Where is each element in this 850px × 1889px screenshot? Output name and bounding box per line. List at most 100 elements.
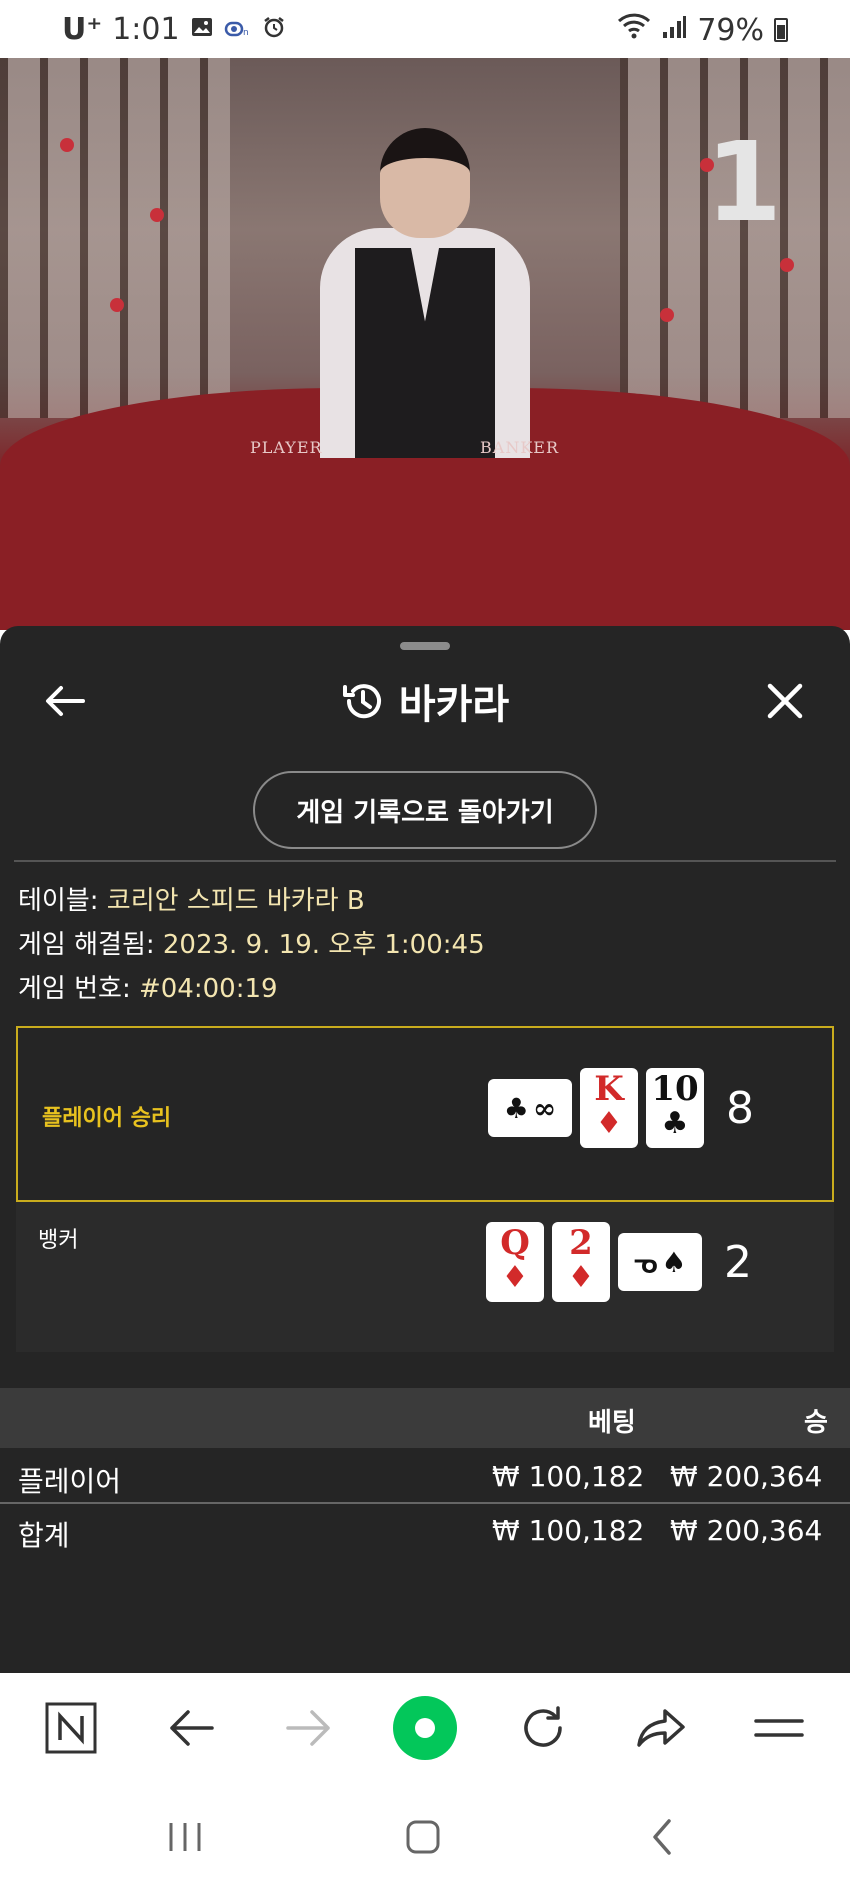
refresh-icon [524, 1706, 562, 1747]
share-icon [637, 1709, 685, 1747]
bet-row-win: ₩ 200,364 [670, 1460, 823, 1493]
panel-title: 바카라 [398, 682, 510, 728]
battery-percent: 79% [697, 12, 764, 48]
recents-icon [169, 1823, 201, 1851]
bet-row-name: 플레이어 [18, 1465, 122, 1498]
arrow-left-icon [170, 1710, 214, 1746]
bets-header: 베팅 승 [0, 1388, 850, 1448]
win-column-header: 승 [804, 1408, 828, 1438]
live-video[interactable]: PLAYER BANKER 1 [0, 58, 850, 630]
history-panel: 바카라 게임 기록으로 돌아가기 테이블: 코리안 스피드 바카라 B 게임 해… [0, 626, 850, 1673]
bet-total-row: 합계 ₩ 100,182 ₩ 200,364 [0, 1506, 850, 1558]
card-suit: ♦ [567, 1260, 595, 1295]
share-button[interactable] [626, 1693, 696, 1763]
close-button[interactable] [760, 676, 810, 726]
home-icon [406, 1820, 440, 1854]
menu-button[interactable] [744, 1693, 814, 1763]
bet-total-amount: ₩ 100,182 [492, 1514, 645, 1547]
resolved-info-value: 2023. 9. 19. 오후 1:00:45 [162, 930, 485, 960]
game-number-label: 게임 번호: [18, 974, 131, 1004]
green-dot-icon [393, 1696, 457, 1760]
naver-green-button[interactable] [390, 1693, 460, 1763]
back-to-history-button[interactable]: 게임 기록으로 돌아가기 [253, 771, 597, 849]
player-score: 8 [726, 1082, 754, 1134]
status-right: 79% [617, 12, 788, 48]
player-cards: ♣ ∞ K ♦ 10 ♣ 8 [488, 1068, 754, 1148]
player-result: 플레이어 승리 ♣ ∞ K ♦ 10 ♣ 8 [16, 1026, 834, 1202]
battery-icon [774, 18, 788, 42]
history-icon [342, 684, 381, 719]
system-back-button[interactable] [632, 1809, 692, 1865]
round-indicator: 1 [705, 118, 782, 246]
recents-button[interactable] [155, 1809, 215, 1865]
signal-icon [661, 13, 687, 48]
alarm-icon [262, 12, 286, 47]
naver-n-icon [45, 1702, 97, 1754]
game-number-value: #04:00:19 [138, 974, 278, 1004]
card-rank: 2 [569, 1223, 593, 1263]
wifi-icon [617, 12, 651, 48]
blossom-decor [660, 308, 674, 322]
arrow-right-icon [286, 1710, 330, 1746]
home-button[interactable] [393, 1809, 453, 1865]
playing-card: 10 ♣ [646, 1068, 704, 1148]
playing-card: K ♦ [580, 1068, 638, 1148]
card-rank: ᓀ [633, 1245, 658, 1279]
browser-forward-button[interactable] [274, 1693, 344, 1763]
playing-card: 2 ♦ [552, 1222, 610, 1302]
playing-card: Q ♦ [486, 1222, 544, 1302]
screen: U⁺ 1:01 n 79% PLAYER BANKER 1 바카라 게임 기록으… [0, 0, 850, 1889]
status-left: U⁺ 1:01 n [62, 12, 286, 47]
browser-toolbar [0, 1673, 850, 1783]
dealer-head [380, 128, 470, 238]
card-suit: ♣ [503, 1091, 529, 1125]
browser-back-button[interactable] [156, 1693, 226, 1763]
blossom-decor [60, 138, 74, 152]
naver-home-button[interactable] [36, 1693, 106, 1763]
bet-total-win: ₩ 200,364 [670, 1514, 823, 1547]
carrier-label: U⁺ [62, 12, 103, 47]
link-icon: n [224, 12, 252, 47]
decor-screen-left [0, 58, 230, 418]
chevron-left-icon [653, 1819, 671, 1855]
system-navigation [0, 1783, 850, 1889]
gallery-icon [190, 12, 214, 47]
resolved-info-label: 게임 해결됨: [18, 930, 155, 960]
resolved-info: 게임 해결됨: 2023. 9. 19. 오후 1:00:45 [18, 924, 485, 961]
card-suit: ♠ [661, 1245, 687, 1279]
clock: 1:01 [112, 12, 180, 47]
playing-card: ᓀ ♠ [618, 1233, 702, 1291]
panel-header: 바카라 [0, 672, 850, 730]
table-info: 테이블: 코리안 스피드 바카라 B [18, 880, 365, 917]
banker-result-label: 뱅커 [38, 1228, 79, 1253]
divider [14, 860, 836, 862]
drag-handle[interactable] [400, 642, 450, 650]
table-info-label: 테이블: [18, 886, 99, 916]
table-player-label: PLAYER [250, 438, 323, 457]
banker-result: 뱅커 Q ♦ 2 ♦ ᓀ ♠ 2 [16, 1202, 834, 1352]
card-suit: ♣ [661, 1106, 689, 1141]
status-bar: U⁺ 1:01 n 79% [0, 0, 850, 58]
player-result-label: 플레이어 승리 [42, 1106, 172, 1131]
svg-text:n: n [243, 28, 249, 38]
playing-card: ♣ ∞ [488, 1079, 572, 1137]
card-suit: ♦ [501, 1260, 529, 1295]
refresh-button[interactable] [508, 1693, 578, 1763]
dealer [320, 118, 530, 458]
banker-score: 2 [724, 1236, 752, 1288]
row-divider [0, 1502, 850, 1504]
blossom-decor [780, 258, 794, 272]
game-number-info: 게임 번호: #04:00:19 [18, 968, 278, 1005]
hamburger-menu-icon [754, 1719, 804, 1737]
banker-cards: Q ♦ 2 ♦ ᓀ ♠ 2 [486, 1222, 752, 1302]
card-rank: 10 [651, 1069, 699, 1109]
table-banker-label: BANKER [480, 438, 559, 457]
card-rank: ∞ [532, 1091, 557, 1125]
card-suit: ♦ [595, 1106, 623, 1141]
bet-total-name: 합계 [18, 1519, 70, 1552]
bet-row-amount: ₩ 100,182 [492, 1460, 645, 1493]
card-rank: Q [500, 1223, 530, 1263]
blossom-decor [150, 208, 164, 222]
blossom-decor [110, 298, 124, 312]
bet-column-header: 베팅 [588, 1408, 636, 1438]
